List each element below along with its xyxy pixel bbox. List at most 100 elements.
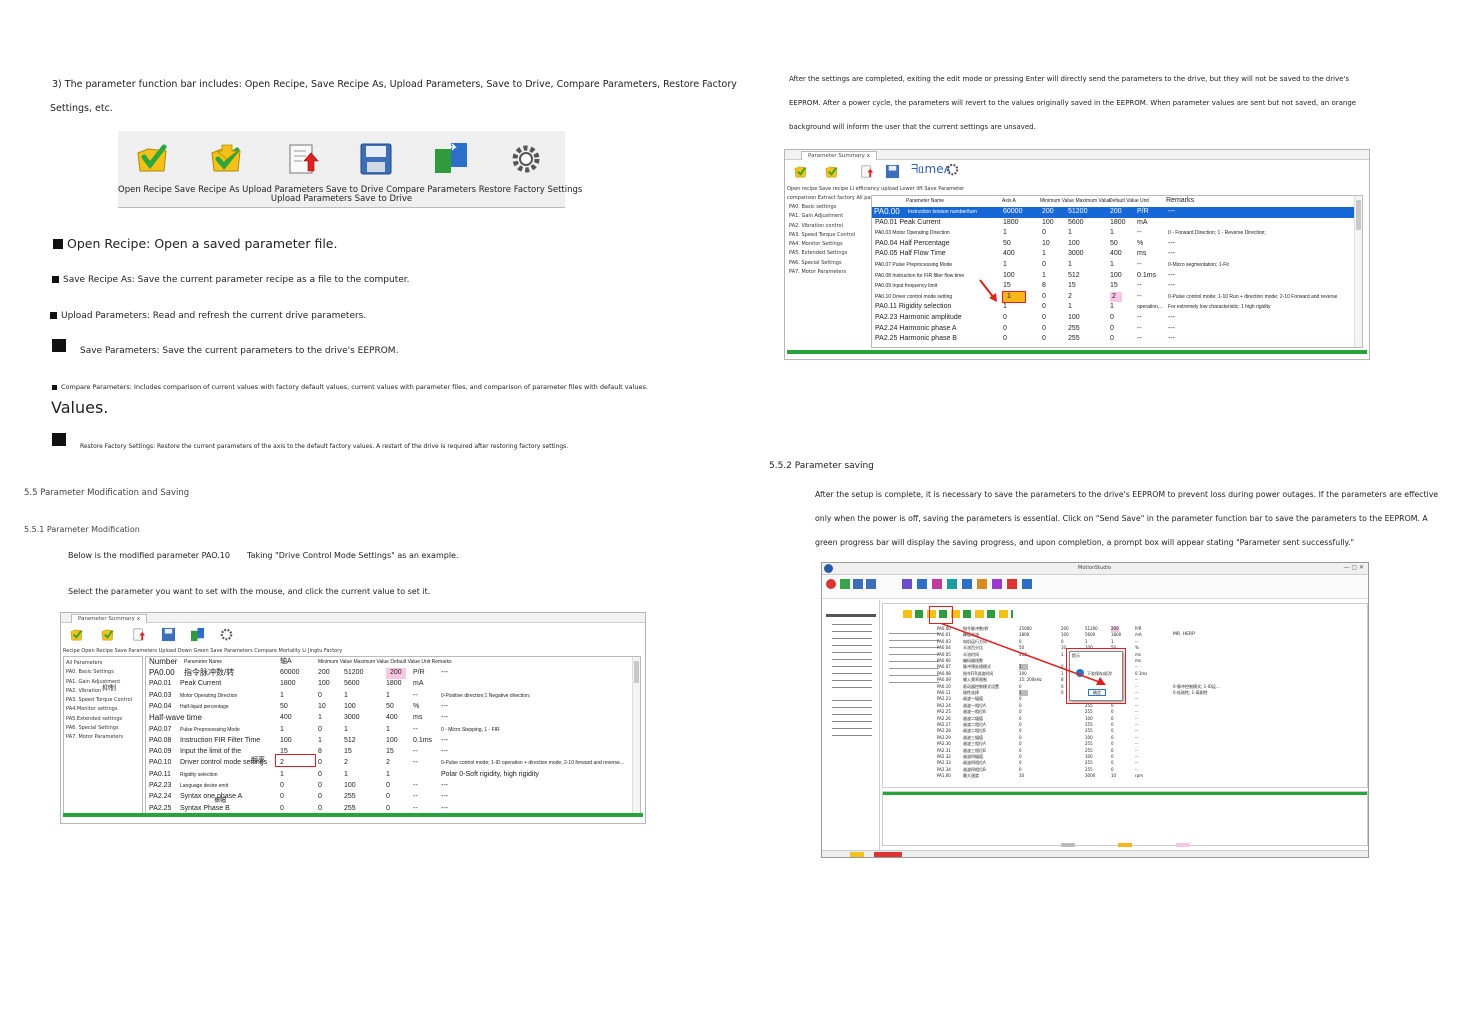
table-row[interactable]: PA2.26 谐波二幅值 0 100 0 --	[937, 716, 1367, 722]
tree-item[interactable]: PA4. Monitor Settings	[787, 240, 869, 249]
table-cell: --	[1135, 638, 1138, 644]
ribbon-icon[interactable]	[917, 579, 927, 589]
default-value: 1	[1110, 261, 1114, 268]
ribbon-icon[interactable]	[992, 579, 1002, 589]
grid-scrollbar[interactable]	[632, 657, 640, 815]
tree-item[interactable]: PA1. Gain Adjustment	[787, 212, 869, 221]
max-value: 100	[344, 702, 356, 710]
table-row[interactable]: PA0.04 Half Percentage 50 10 100 50% ---	[872, 239, 1354, 250]
table-row[interactable]: PA0.09 Input frequency limit 15 8 15 15 -- ---	[872, 281, 1354, 292]
tree-item[interactable]: PA0. Basic settings	[787, 203, 869, 212]
toolbar-menu-labels: Recipe Open Recipe Save Parameters Uploa…	[63, 648, 343, 654]
tree-item[interactable]: PA0. Basic Settings	[64, 668, 142, 677]
tree-item[interactable]: PA3. Speed Torque Control	[787, 231, 869, 240]
tree-item[interactable]: All Parameters	[64, 659, 142, 668]
restore-factory-icon[interactable]	[945, 162, 960, 177]
tree-item[interactable]: PA7. Motor Parameters	[787, 268, 869, 277]
tree-item[interactable]: PA2. Vibration control	[787, 222, 869, 231]
table-row[interactable]: PA0.11刚性选择1011--0-低刚性; 1-高刚性	[937, 690, 1367, 696]
tree-item[interactable]: PA4.Monitor settings	[64, 705, 142, 714]
table-row[interactable]: PA0.01 Peak Current 1800 100 5600 1800 mA	[146, 679, 632, 690]
tree-item[interactable]: PA3. Speed Torque Control	[64, 696, 142, 705]
table-row[interactable]: PA2.25 谐波一相位B 0 255 0 --	[937, 709, 1367, 715]
upload-parameters-icon[interactable]	[859, 164, 874, 179]
table-row[interactable]: PA0.10 Driver control mode settings 2 0 2 2 --…	[146, 758, 632, 769]
table-row[interactable]: PA0.07 Pulse Preprocessing Mode 1 0 1 1 -- 0-M…	[872, 260, 1354, 271]
table-row[interactable]: PA2.24 Harmonic phase A 0 0 255 0 -- ---	[872, 324, 1354, 335]
ribbon-icon[interactable]	[947, 579, 957, 589]
param-number: PA0.01	[149, 680, 172, 688]
window-controls[interactable]: — ▢ ✕	[1343, 564, 1364, 571]
upload-parameters-icon[interactable]	[284, 141, 320, 177]
save-recipe-as-icon[interactable]	[824, 164, 839, 179]
table-row[interactable]: PA0.11 Rigidity selection 1 0 1 1 Polar 0-Soft…	[146, 770, 632, 781]
open-recipe-icon[interactable]	[793, 164, 808, 179]
upload-parameters-icon[interactable]	[131, 627, 146, 642]
save-to-drive-icon[interactable]	[358, 141, 394, 177]
table-row[interactable]: PA1.00 最大速度 10 3000 10 rpm	[937, 773, 1367, 779]
open-recipe-icon[interactable]	[134, 141, 170, 177]
table-cell: 0	[1111, 741, 1114, 747]
table-row[interactable]: PA0.00 指令脉冲数/转 60000 200 51200 200 P/R ---	[146, 668, 632, 679]
restore-factory-icon[interactable]	[219, 627, 234, 642]
default-value: 2	[386, 759, 390, 767]
table-row[interactable]: PA2.30 谐波三相位A 0 255 0 --	[937, 741, 1367, 747]
table-row[interactable]: PA2.31 谐波三相位B 0 255 0 --	[937, 748, 1367, 754]
ribbon-icon[interactable]	[977, 579, 987, 589]
compare-parameters-icon[interactable]	[433, 141, 469, 177]
table-row[interactable]: PA0.04 Half-liquid percentage 50 10 100 50% --…	[146, 702, 632, 713]
restore-factory-icon[interactable]	[508, 141, 544, 177]
table-row[interactable]: PA0.01 Peak Current 1800 100 5600 1800 mA	[872, 218, 1354, 229]
table-row[interactable]: PA2.32 谐波四幅值 0 100 0 --	[937, 754, 1367, 760]
save-recipe-as-icon[interactable]	[208, 141, 244, 177]
table-row[interactable]: PA0.08 Instruction FIR Filter Time 100 1 512…	[146, 736, 632, 747]
table-row[interactable]: PA0.00 Instruction tension number/turn 600…	[872, 207, 1354, 218]
table-row[interactable]: PA2.23 Harmonic amplitude 0 0 100 0 -- ---	[872, 313, 1354, 324]
table-row[interactable]: PA2.23谐波一幅值01000--	[937, 696, 1367, 702]
tree-item[interactable]: PA6. Special Settings	[64, 724, 142, 733]
ribbon-icon[interactable]	[826, 579, 836, 589]
save-to-drive-icon[interactable]	[161, 627, 176, 642]
table-row[interactable]: PA0.07 Pulse Preprocessing Mode 1 0 1 1 -- 0 - …	[146, 725, 632, 736]
axis-a-value: 60000	[1003, 208, 1023, 215]
tree-item[interactable]: PA7. Motor Parameters	[64, 733, 142, 742]
tree-item[interactable]: PA5.Extended settings	[64, 715, 142, 724]
table-row[interactable]: PA0.11 Rigidity selection 1 0 1 1 operation..…	[872, 302, 1354, 313]
parameter-summary-tab[interactable]: Parameter Summary x	[801, 151, 877, 160]
table-row[interactable]: PA0.03 Motor Operating Direction 1 0 1 1 -- 0-P…	[146, 691, 632, 702]
grid-scrollbar[interactable]	[1354, 196, 1362, 347]
ribbon-icon[interactable]	[902, 579, 912, 589]
table-row[interactable]: PA2.23 Language desire emit 0 0 100 0 -- ---	[146, 781, 632, 792]
ribbon-icon[interactable]	[1007, 579, 1017, 589]
open-recipe-icon[interactable]	[69, 627, 84, 642]
table-row[interactable]: PA2.28 谐波二相位B 0 255 0 --	[937, 728, 1367, 734]
table-row[interactable]: PA2.33 谐波四相位A 0 255 0 --	[937, 760, 1367, 766]
ribbon-icon[interactable]	[840, 579, 850, 589]
table-row[interactable]: PA0.10 Driver control mode setting 1 0 2 2 --…	[872, 290, 1354, 304]
table-row[interactable]: PA2.29 谐波三幅值 0 100 0 --	[937, 735, 1367, 741]
table-row[interactable]: PA0.09 Input the limit of the 15 8 15 15 -- ---	[146, 747, 632, 758]
remark-value: 0-Pulse control mode; 1-ID operation + d…	[441, 760, 625, 767]
table-row[interactable]: PA2.25 Harmonic phase B 0 0 255 0 -- ---	[872, 334, 1354, 345]
bullet-square-large	[52, 433, 66, 446]
parameter-summary-tab[interactable]: Parameter Summary x	[71, 614, 147, 623]
table-cell: --	[1135, 696, 1138, 702]
ribbon-icon[interactable]	[866, 579, 876, 589]
ribbon-icon[interactable]	[962, 579, 972, 589]
table-row[interactable]: PA0.05 Half Flow Time 400 1 3000 400 ms ---	[872, 249, 1354, 260]
ribbon-icon[interactable]	[1022, 579, 1032, 589]
table-cell: 0	[1019, 696, 1022, 702]
tree-item[interactable]: PA5. Extended Settings	[787, 249, 869, 258]
table-row[interactable]: PA0.08 Instruction for FIR filter flow t…	[872, 271, 1354, 282]
table-row[interactable]: PA2.24 谐波一相位A 0 255 0 --	[937, 703, 1367, 709]
compare-parameters-icon[interactable]	[190, 627, 205, 642]
save-recipe-as-icon[interactable]	[100, 627, 115, 642]
table-row[interactable]: PA2.34 谐波四相位B 0 255 0 --	[937, 767, 1367, 773]
ribbon-icon[interactable]	[932, 579, 942, 589]
save-to-drive-icon[interactable]	[885, 164, 900, 179]
ribbon-icon[interactable]	[853, 579, 863, 589]
table-row[interactable]: Half-wave time 400 1 3000 400 ms ---	[146, 713, 632, 724]
table-row[interactable]: PA2.27 谐波二相位A 0 255 0 --	[937, 722, 1367, 728]
table-row[interactable]: PA0.03 Motor Operating Direction 1 0 1 1 -- 0 …	[872, 228, 1354, 239]
tree-item[interactable]: PA6. Special Settings	[787, 259, 869, 268]
